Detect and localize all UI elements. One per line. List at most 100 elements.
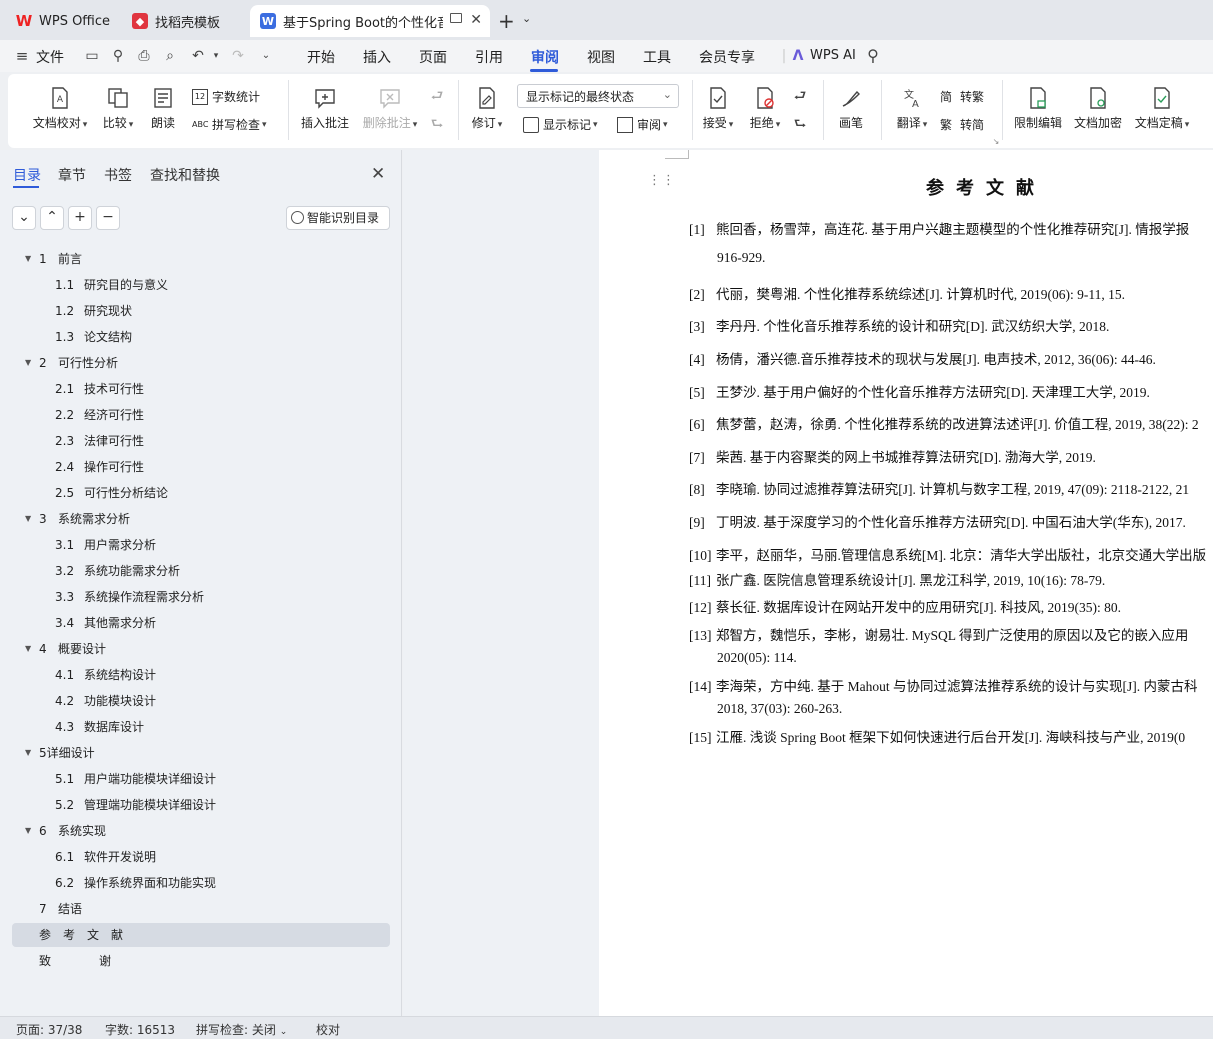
- move-up-button[interactable]: ⌃: [40, 206, 64, 230]
- toc-item[interactable]: 5.2 管理端功能模块详细设计: [12, 793, 390, 817]
- toc-item[interactable]: 2.5 可行性分析结论: [12, 481, 390, 505]
- word-count-button[interactable]: 12 字数统计: [192, 88, 260, 105]
- spell-check-button[interactable]: ABC 拼写检查 ▾: [192, 116, 267, 133]
- toc-item[interactable]: 2.1 技术可行性: [12, 377, 390, 401]
- expand-arrow-icon[interactable]: ▼: [25, 637, 31, 661]
- nav-tab-bookmarks[interactable]: 书签: [104, 165, 132, 185]
- toc-item[interactable]: 致 谢: [12, 949, 390, 973]
- expand-arrow-icon[interactable]: ▼: [25, 507, 31, 531]
- toc-item[interactable]: 参 考 文 献: [12, 923, 390, 947]
- reject-button[interactable]: 拒绝 ▾: [745, 86, 785, 131]
- toc-item[interactable]: ▼ 2 可行性分析: [12, 351, 390, 375]
- nav-tab-toc[interactable]: 目录: [13, 165, 41, 185]
- nav-tab-find-replace[interactable]: 查找和替换: [150, 165, 220, 185]
- monitor-icon[interactable]: [450, 13, 462, 23]
- menu-page[interactable]: 页面: [419, 47, 447, 67]
- menu-tools[interactable]: 工具: [643, 47, 671, 67]
- review-pane-button[interactable]: 审阅 ▾: [617, 116, 668, 133]
- toc-item[interactable]: 2.4 操作可行性: [12, 455, 390, 479]
- finalize-button[interactable]: 文档定稿 ▾: [1132, 86, 1192, 131]
- expand-arrow-icon[interactable]: ▼: [25, 819, 31, 843]
- new-tab-icon[interactable]: +: [498, 9, 515, 33]
- toc-item[interactable]: 6.2 操作系统界面和功能实现: [12, 871, 390, 895]
- chevron-down-icon[interactable]: ⌄: [522, 12, 531, 25]
- close-icon[interactable]: ✕: [371, 164, 385, 184]
- toc-item[interactable]: ▼ 3 系统需求分析: [12, 507, 390, 531]
- redo-icon[interactable]: ↷: [230, 48, 246, 64]
- toc-item[interactable]: 2.3 法律可行性: [12, 429, 390, 453]
- to-traditional-button[interactable]: 简 转繁: [940, 88, 984, 105]
- toc-item[interactable]: 7 结语: [12, 897, 390, 921]
- show-markup-button[interactable]: 显示标记 ▾: [523, 116, 598, 133]
- proofread-status[interactable]: 校对: [316, 1021, 340, 1038]
- drag-handle-icon[interactable]: ⋮⋮: [648, 174, 676, 187]
- compare-button[interactable]: 比较 ▾: [98, 86, 138, 131]
- chevron-down-icon[interactable]: ▾: [208, 48, 224, 64]
- toc-item[interactable]: 6.1 软件开发说明: [12, 845, 390, 869]
- previous-change-icon[interactable]: ⮐: [792, 88, 808, 104]
- toc-item[interactable]: 4.2 功能模块设计: [12, 689, 390, 713]
- encrypt-button[interactable]: 文档加密: [1072, 86, 1124, 131]
- add-heading-button[interactable]: +: [68, 206, 92, 230]
- doc-proofread-button[interactable]: A 文档校对 ▾: [28, 86, 92, 131]
- delete-comment-button[interactable]: 删除批注 ▾: [360, 86, 420, 131]
- toc-item[interactable]: 4.3 数据库设计: [12, 715, 390, 739]
- tab-wps-office[interactable]: W WPS Office: [6, 5, 118, 37]
- toc-item[interactable]: 1.2 研究现状: [12, 299, 390, 323]
- save-icon[interactable]: ▭: [84, 48, 100, 64]
- toc-item[interactable]: 1.1 研究目的与意义: [12, 273, 390, 297]
- expand-arrow-icon[interactable]: ▼: [25, 351, 31, 375]
- toc-item[interactable]: 2.2 经济可行性: [12, 403, 390, 427]
- page-indicator[interactable]: 页面: 37/38: [16, 1021, 82, 1038]
- chevron-down-icon[interactable]: ⌄: [258, 48, 274, 64]
- document-page[interactable]: ⋮⋮ 参考文献 [1] 熊回香，杨雪萍，高连花. 基于用户兴趣主题模型的个性化推荐…: [599, 150, 1213, 1016]
- toc-item[interactable]: 3.4 其他需求分析: [12, 611, 390, 635]
- ink-button[interactable]: 画笔: [836, 86, 866, 131]
- smart-toc-button[interactable]: 智能识别目录: [286, 206, 390, 230]
- expand-arrow-icon[interactable]: ▼: [25, 741, 31, 765]
- menu-member[interactable]: 会员专享: [699, 47, 755, 67]
- toc-item[interactable]: 3.3 系统操作流程需求分析: [12, 585, 390, 609]
- translate-button[interactable]: 文A 翻译 ▾: [892, 86, 932, 131]
- insert-comment-button[interactable]: 插入批注: [300, 86, 350, 131]
- menu-review[interactable]: 审阅: [531, 47, 559, 67]
- hamburger-icon[interactable]: ≡: [14, 48, 30, 64]
- tab-document[interactable]: W 基于Spring Boot的个性化音乐推荐 ✕: [250, 5, 490, 37]
- menu-view[interactable]: 视图: [587, 47, 615, 67]
- expand-arrow-icon[interactable]: ▼: [25, 247, 31, 271]
- remove-heading-button[interactable]: −: [96, 206, 120, 230]
- print-preview-icon[interactable]: ⌕: [162, 48, 178, 64]
- toc-item[interactable]: 3.2 系统功能需求分析: [12, 559, 390, 583]
- undo-icon[interactable]: ↶: [190, 48, 206, 64]
- toc-item[interactable]: ▼ 4 概要设计: [12, 637, 390, 661]
- menu-insert[interactable]: 插入: [363, 47, 391, 67]
- markup-state-select[interactable]: 显示标记的最终状态 ⌄: [517, 84, 679, 108]
- menu-home[interactable]: 开始: [307, 47, 335, 67]
- spell-check-status[interactable]: 拼写检查: 关闭 ⌄: [196, 1021, 287, 1038]
- toc-item[interactable]: ▼ 6 系统实现: [12, 819, 390, 843]
- nav-tab-chapters[interactable]: 章节: [58, 165, 86, 185]
- tab-templates[interactable]: ◆ 找稻壳模板: [122, 5, 246, 37]
- menu-references[interactable]: 引用: [475, 47, 503, 67]
- read-aloud-button[interactable]: 朗读: [148, 86, 178, 131]
- print-icon[interactable]: ⎙: [136, 48, 152, 64]
- next-comment-icon[interactable]: ⮑: [429, 116, 445, 132]
- search-icon[interactable]: ⚲: [865, 48, 881, 64]
- next-change-icon[interactable]: ⮑: [792, 116, 808, 132]
- menu-wps-ai[interactable]: WPS AI: [810, 48, 856, 63]
- collapse-all-button[interactable]: ⌄: [12, 206, 36, 230]
- restrict-edit-button[interactable]: 限制编辑: [1012, 86, 1064, 131]
- accept-button[interactable]: 接受 ▾: [698, 86, 738, 131]
- track-changes-button[interactable]: 修订 ▾: [468, 86, 506, 131]
- word-count[interactable]: 字数: 16513: [105, 1021, 175, 1038]
- toc-item[interactable]: 1.3 论文结构: [12, 325, 390, 349]
- toc-item[interactable]: 4.1 系统结构设计: [12, 663, 390, 687]
- toc-item[interactable]: ▼ 5详细设计: [12, 741, 390, 765]
- toc-item[interactable]: 5.1 用户端功能模块详细设计: [12, 767, 390, 791]
- close-tab-icon[interactable]: ✕: [470, 12, 482, 28]
- toc-item[interactable]: ▼ 1 前言: [12, 247, 390, 271]
- previous-comment-icon[interactable]: ⮐: [429, 88, 445, 104]
- link-icon[interactable]: ⚲: [110, 48, 126, 64]
- menu-file[interactable]: 文件: [36, 47, 64, 67]
- toc-item[interactable]: 3.1 用户需求分析: [12, 533, 390, 557]
